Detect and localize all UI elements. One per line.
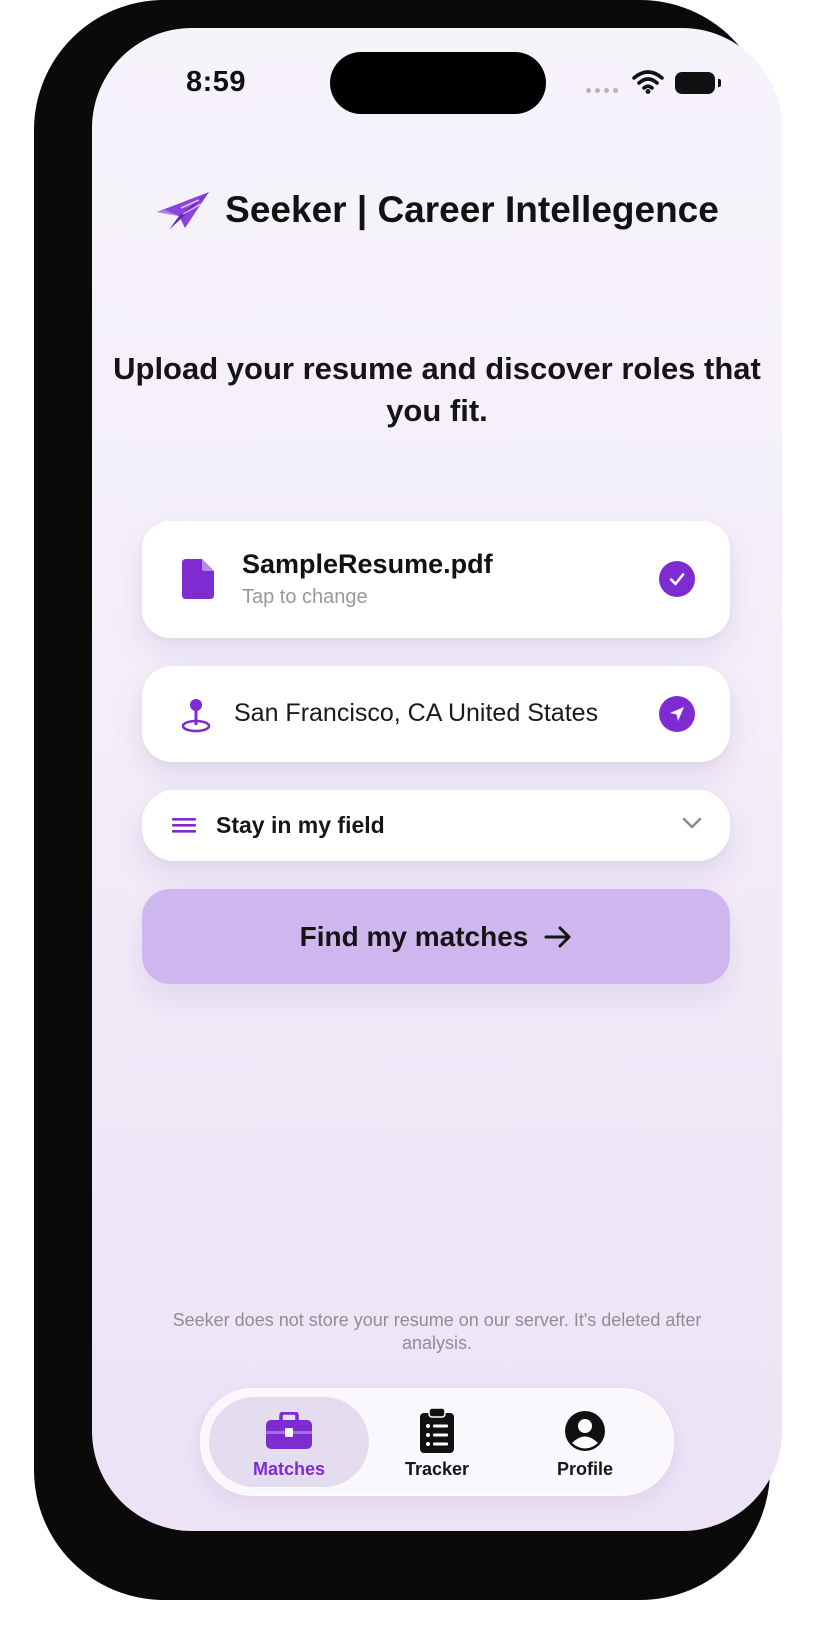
tab-label-tracker: Tracker <box>404 1459 470 1479</box>
tab-label-matches: Matches <box>252 1459 326 1479</box>
find-matches-label: Find my matches <box>299 920 529 952</box>
resume-change-hint: Tap to change <box>242 586 368 608</box>
location-card[interactable]: San Francisco, CA United States <box>142 666 730 762</box>
arrow-right-icon <box>544 926 571 947</box>
lines-icon <box>172 818 196 833</box>
brand-header: Seeker | Career Intellegence <box>92 188 782 232</box>
dynamic-island <box>330 52 546 114</box>
location-pin-icon <box>181 699 211 733</box>
checkmark-circle-icon <box>659 561 695 597</box>
clipboard-icon <box>420 1408 454 1453</box>
chevron-down-icon <box>682 817 702 829</box>
tab-label-profile: Profile <box>556 1459 613 1479</box>
tab-bar: Matches Tracker Profile <box>200 1388 674 1496</box>
paper-plane-icon <box>157 192 210 230</box>
page-headline: Upload your resume and discover roles th… <box>113 351 761 428</box>
phone-frame: 8:59 Seeker | Career Intellegence Upload… <box>34 0 782 1600</box>
field-preference-select[interactable]: Stay in my field <box>142 790 730 861</box>
tab-profile[interactable]: Profile <box>507 1389 663 1495</box>
tab-matches[interactable]: Matches <box>211 1389 367 1495</box>
resume-file-name: SampleResume.pdf <box>242 549 493 579</box>
signal-icon <box>586 88 618 93</box>
resume-upload-card[interactable]: SampleResume.pdf Tap to change <box>142 521 730 638</box>
wifi-icon <box>632 70 664 94</box>
field-preference-value: Stay in my field <box>216 812 385 838</box>
app-screen: 8:59 Seeker | Career Intellegence Upload… <box>92 28 782 1531</box>
tab-tracker[interactable]: Tracker <box>359 1389 515 1495</box>
battery-icon <box>675 72 715 94</box>
navigation-arrow-icon[interactable] <box>659 696 695 732</box>
brand-title: Seeker | Career Intellegence <box>225 189 719 230</box>
battery-tip <box>718 79 721 87</box>
location-value: San Francisco, CA United States <box>234 699 599 727</box>
briefcase-icon <box>266 1412 312 1449</box>
person-circle-icon <box>565 1411 605 1451</box>
find-matches-button[interactable]: Find my matches <box>142 889 730 984</box>
document-icon <box>182 559 214 599</box>
privacy-disclaimer: Seeker does not store your resume on our… <box>172 1310 702 1353</box>
status-time: 8:59 <box>186 66 247 98</box>
